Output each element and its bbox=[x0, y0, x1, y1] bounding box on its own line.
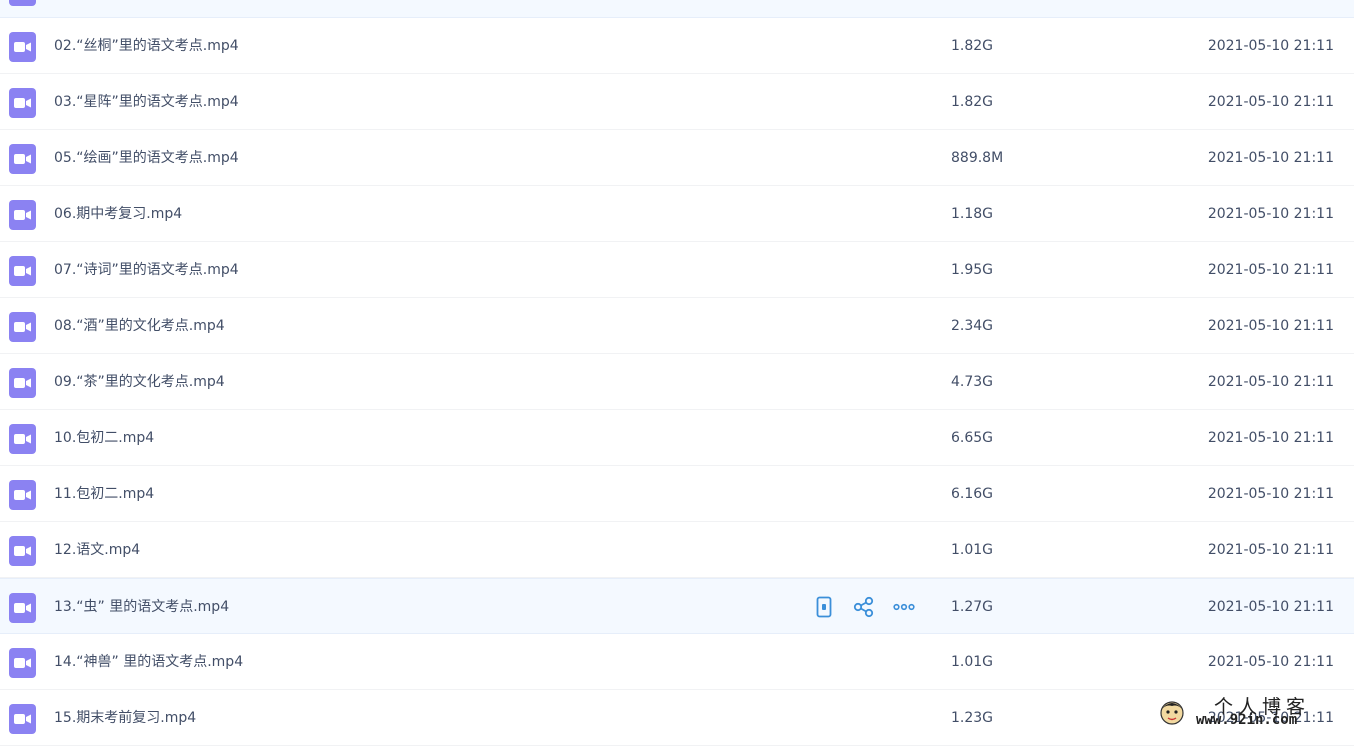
file-row[interactable]: 02.“丝桐”里的语文考点.mp4 1.82G 2021-05-10 21:11 bbox=[0, 18, 1354, 74]
file-name[interactable]: 06.期中考复习.mp4 bbox=[54, 186, 182, 242]
file-row[interactable]: 11.包初二.mp4 6.16G 2021-05-10 21:11 bbox=[0, 466, 1354, 522]
file-row[interactable]: 12.语文.mp4 1.01G 2021-05-10 21:11 bbox=[0, 522, 1354, 578]
file-row[interactable]: 05.“绘画”里的语文考点.mp4 889.8M 2021-05-10 21:11 bbox=[0, 130, 1354, 186]
file-name[interactable]: 08.“酒”里的文化考点.mp4 bbox=[54, 298, 225, 354]
video-file-icon bbox=[9, 648, 36, 678]
file-size: 1.01G bbox=[951, 654, 994, 670]
file-size: 6.65G bbox=[951, 430, 994, 446]
file-name[interactable]: 09.“茶”里的文化考点.mp4 bbox=[54, 354, 225, 410]
video-file-icon bbox=[9, 200, 36, 230]
file-date: 2021-05-10 21:11 bbox=[1207, 542, 1334, 558]
file-name[interactable]: 07.“诗词”里的语文考点.mp4 bbox=[54, 242, 239, 298]
file-size: 1.95G bbox=[951, 262, 994, 278]
file-date: 2021-05-10 21:11 bbox=[1207, 206, 1334, 222]
video-file-icon bbox=[9, 368, 36, 398]
file-size: 1.82G bbox=[951, 38, 994, 54]
file-name[interactable]: 10.包初二.mp4 bbox=[54, 410, 154, 466]
file-name[interactable]: 13.“虫” 里的语文考点.mp4 bbox=[54, 579, 229, 635]
file-row[interactable]: 07.“诗词”里的语文考点.mp4 1.95G 2021-05-10 21:11 bbox=[0, 242, 1354, 298]
file-name[interactable]: 15.期末考前复习.mp4 bbox=[54, 690, 196, 746]
file-date: 2021-05-10 21:11 bbox=[1207, 430, 1334, 446]
file-date: 2021-05-10 21:11 bbox=[1207, 94, 1334, 110]
file-size: 1.18G bbox=[951, 206, 994, 222]
file-name[interactable]: 14.“神兽” 里的语文考点.mp4 bbox=[54, 634, 243, 690]
file-row[interactable]: 13.“虫” 里的语文考点.mp4 1.27G 2021-05-10 21:11 bbox=[0, 578, 1354, 634]
video-file-icon bbox=[9, 32, 36, 62]
file-name[interactable]: 11.包初二.mp4 bbox=[54, 466, 154, 522]
file-size: 1.27G bbox=[951, 599, 994, 615]
video-file-icon bbox=[9, 144, 36, 174]
file-size: 1.01G bbox=[951, 542, 994, 558]
video-file-icon bbox=[9, 536, 36, 566]
file-date: 2021-05-10 21:11 bbox=[1207, 486, 1334, 502]
file-row[interactable]: 15.期末考前复习.mp4 1.23G 2021-05-10 21:11 bbox=[0, 690, 1354, 746]
video-file-icon bbox=[9, 593, 36, 623]
file-name[interactable]: 12.语文.mp4 bbox=[54, 522, 140, 578]
cartoon-face-icon bbox=[1160, 701, 1184, 725]
file-date: 2021-05-10 21:11 bbox=[1207, 318, 1334, 334]
file-size: 6.16G bbox=[951, 486, 994, 502]
file-name[interactable]: 03.“星阵”里的语文考点.mp4 bbox=[54, 74, 239, 130]
file-size: 2.34G bbox=[951, 318, 994, 334]
video-file-icon bbox=[9, 88, 36, 118]
file-date: 2021-05-10 21:11 bbox=[1207, 262, 1334, 278]
file-row[interactable]: 10.包初二.mp4 6.65G 2021-05-10 21:11 bbox=[0, 410, 1354, 466]
phone-icon[interactable] bbox=[812, 595, 836, 619]
watermark-url: www.92in.com bbox=[1196, 712, 1298, 728]
video-file-icon bbox=[9, 0, 36, 6]
share-icon[interactable] bbox=[852, 595, 876, 619]
video-file-icon bbox=[9, 312, 36, 342]
file-date: 2021-05-10 21:11 bbox=[1207, 150, 1334, 166]
file-size: 1.23G bbox=[951, 710, 994, 726]
file-list: 02.“丝桐”里的语文考点.mp4 1.82G 2021-05-10 21:11 03… bbox=[0, 0, 1354, 746]
file-row[interactable]: 14.“神兽” 里的语文考点.mp4 1.01G 2021-05-10 21:11 bbox=[0, 634, 1354, 690]
file-row[interactable]: 06.期中考复习.mp4 1.18G 2021-05-10 21:11 bbox=[0, 186, 1354, 242]
file-name[interactable]: 02.“丝桐”里的语文考点.mp4 bbox=[54, 18, 239, 74]
video-file-icon bbox=[9, 424, 36, 454]
file-date: 2021-05-10 21:11 bbox=[1207, 374, 1334, 390]
file-size: 1.82G bbox=[951, 94, 994, 110]
watermark: 个人博客 www.92in.com bbox=[1158, 690, 1338, 732]
more-icon[interactable] bbox=[892, 595, 916, 619]
video-file-icon bbox=[9, 704, 36, 734]
file-row[interactable]: 09.“茶”里的文化考点.mp4 4.73G 2021-05-10 21:11 bbox=[0, 354, 1354, 410]
video-file-icon bbox=[9, 480, 36, 510]
file-row[interactable]: 03.“星阵”里的语文考点.mp4 1.82G 2021-05-10 21:11 bbox=[0, 74, 1354, 130]
file-row[interactable] bbox=[0, 0, 1354, 18]
file-date: 2021-05-10 21:11 bbox=[1207, 38, 1334, 54]
file-name[interactable]: 05.“绘画”里的语文考点.mp4 bbox=[54, 130, 239, 186]
file-row[interactable]: 08.“酒”里的文化考点.mp4 2.34G 2021-05-10 21:11 bbox=[0, 298, 1354, 354]
video-file-icon bbox=[9, 256, 36, 286]
file-size: 4.73G bbox=[951, 374, 994, 390]
file-size: 889.8M bbox=[951, 150, 1004, 166]
file-date: 2021-05-10 21:11 bbox=[1207, 654, 1334, 670]
file-date: 2021-05-10 21:11 bbox=[1207, 599, 1334, 615]
